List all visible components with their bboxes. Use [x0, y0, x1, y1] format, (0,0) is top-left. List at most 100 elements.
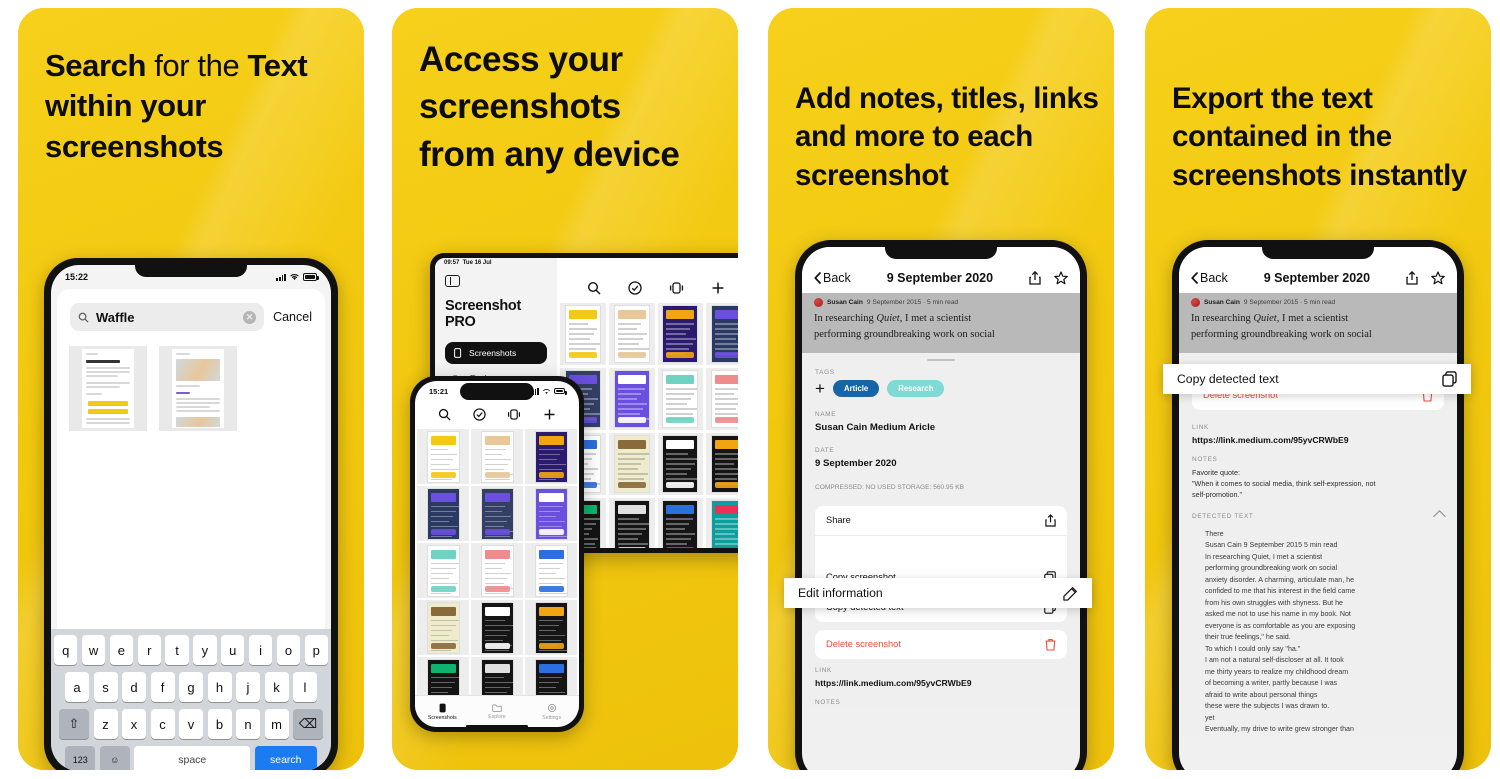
- grid-cell[interactable]: [417, 600, 469, 655]
- plus-icon[interactable]: [543, 408, 556, 421]
- grid-cell[interactable]: [417, 486, 469, 541]
- key-e[interactable]: e: [109, 635, 134, 665]
- key-u[interactable]: u: [221, 635, 245, 665]
- check-circle-icon[interactable]: [628, 281, 642, 295]
- grid-cell[interactable]: [560, 303, 606, 365]
- screenshot-thumbnail[interactable]: [480, 430, 514, 483]
- grid-cell[interactable]: [608, 303, 655, 365]
- key-d[interactable]: d: [122, 672, 146, 702]
- sidebar-item-screenshots[interactable]: Screenshots: [445, 342, 547, 364]
- screenshot-thumbnail[interactable]: [711, 435, 738, 493]
- screenshot-thumbnail[interactable]: [426, 601, 460, 654]
- cancel-button[interactable]: Cancel: [273, 310, 312, 324]
- screenshot-thumbnail[interactable]: [480, 544, 514, 597]
- screenshot-thumbnail[interactable]: [711, 500, 738, 548]
- space-key[interactable]: space: [134, 746, 251, 770]
- search-icon[interactable]: [438, 408, 451, 421]
- grid-cell[interactable]: [657, 368, 704, 430]
- tab-screenshots[interactable]: Screenshots: [415, 696, 470, 727]
- key-h[interactable]: h: [207, 672, 232, 702]
- shift-key[interactable]: ⇧: [59, 709, 89, 739]
- share-icon[interactable]: [1029, 271, 1041, 285]
- screenshot-thumbnail[interactable]: [662, 500, 699, 548]
- grid-cell[interactable]: [417, 543, 469, 598]
- screenshot-thumbnail[interactable]: [534, 430, 568, 483]
- key-j[interactable]: j: [236, 672, 260, 702]
- key-p[interactable]: p: [304, 635, 328, 665]
- screenshot-thumbnail[interactable]: [426, 544, 460, 597]
- screenshot-thumbnail[interactable]: [613, 500, 650, 548]
- action-share[interactable]: Share: [815, 506, 1067, 536]
- key-q[interactable]: q: [54, 635, 78, 665]
- screenshot-thumbnail[interactable]: [480, 601, 514, 654]
- key-w[interactable]: w: [81, 635, 106, 665]
- on-screen-keyboard[interactable]: qwertyuiop asdfghjkl ⇧ zxcvbnm ⌫ 123 ☺ s…: [51, 629, 331, 770]
- tag-research[interactable]: Research: [887, 380, 945, 398]
- key-g[interactable]: g: [179, 672, 203, 702]
- key-n[interactable]: n: [236, 709, 260, 739]
- detected-text-header[interactable]: DETECTED TEXT: [1192, 510, 1446, 523]
- grid-cell[interactable]: [525, 543, 577, 598]
- key-k[interactable]: k: [264, 672, 289, 702]
- grid-cell[interactable]: [706, 498, 738, 548]
- grid-cell[interactable]: [525, 486, 577, 541]
- screenshot-thumbnail[interactable]: [534, 601, 568, 654]
- key-i[interactable]: i: [248, 635, 273, 665]
- screenshot-thumbnail[interactable]: [534, 544, 568, 597]
- highlighted-action-copy-detected-text[interactable]: Copy detected text: [1163, 364, 1471, 394]
- key-r[interactable]: r: [137, 635, 161, 665]
- screenshot-thumbnail[interactable]: [426, 487, 460, 540]
- grid-cell[interactable]: [471, 600, 523, 655]
- key-l[interactable]: l: [293, 672, 317, 702]
- sidebar-toggle-icon[interactable]: [445, 275, 460, 287]
- emoji-key[interactable]: ☺: [99, 746, 130, 770]
- grid-cell[interactable]: [706, 433, 738, 495]
- search-key[interactable]: search: [254, 746, 317, 770]
- screenshot-thumbnail[interactable]: [564, 305, 601, 363]
- key-v[interactable]: v: [179, 709, 203, 739]
- search-input[interactable]: Waffle ✕: [70, 303, 265, 331]
- search-icon[interactable]: [587, 281, 601, 295]
- star-icon[interactable]: [1054, 271, 1068, 285]
- grid-cell[interactable]: [706, 303, 738, 365]
- grid-cell[interactable]: [471, 486, 523, 541]
- grid-cell[interactable]: [657, 498, 704, 548]
- action-delete-screenshot[interactable]: Delete screenshot: [815, 630, 1067, 659]
- sheet-grabber[interactable]: [927, 358, 955, 362]
- result-thumbnail[interactable]: [159, 346, 237, 431]
- grid-cell[interactable]: [608, 368, 655, 430]
- screenshot-thumbnail[interactable]: [534, 487, 568, 540]
- key-f[interactable]: f: [150, 672, 175, 702]
- grid-cell[interactable]: [417, 429, 469, 484]
- tab-settings[interactable]: Settings: [524, 696, 579, 727]
- back-button[interactable]: Back: [814, 271, 851, 285]
- key-s[interactable]: s: [93, 672, 118, 702]
- result-thumbnail[interactable]: [69, 346, 147, 431]
- grid-cell[interactable]: [525, 429, 577, 484]
- select-icon[interactable]: [507, 409, 521, 420]
- add-tag-button[interactable]: +: [815, 380, 825, 397]
- key-b[interactable]: b: [207, 709, 232, 739]
- key-z[interactable]: z: [93, 709, 118, 739]
- check-circle-icon[interactable]: [472, 408, 486, 421]
- screenshot-thumbnail[interactable]: [662, 305, 699, 363]
- grid-cell[interactable]: [471, 429, 523, 484]
- back-button[interactable]: Back: [1191, 271, 1228, 285]
- select-icon[interactable]: [669, 282, 684, 294]
- link-value[interactable]: https://link.medium.com/95yvCRWbE9: [1192, 435, 1444, 445]
- numbers-key[interactable]: 123: [65, 746, 96, 770]
- key-c[interactable]: c: [150, 709, 175, 739]
- star-icon[interactable]: [1431, 271, 1445, 285]
- tab-explore[interactable]: Explore: [470, 696, 525, 727]
- key-o[interactable]: o: [276, 635, 301, 665]
- screenshot-thumbnail[interactable]: [662, 370, 699, 428]
- key-x[interactable]: x: [122, 709, 146, 739]
- backspace-key[interactable]: ⌫: [293, 709, 323, 739]
- screenshot-thumbnail[interactable]: [613, 370, 650, 428]
- key-y[interactable]: y: [193, 635, 217, 665]
- highlighted-action-edit-information[interactable]: Edit information: [784, 578, 1092, 608]
- grid-cell[interactable]: [608, 433, 655, 495]
- grid-cell[interactable]: [657, 433, 704, 495]
- screenshot-thumbnail[interactable]: [426, 430, 460, 483]
- tag-article[interactable]: Article: [832, 380, 880, 398]
